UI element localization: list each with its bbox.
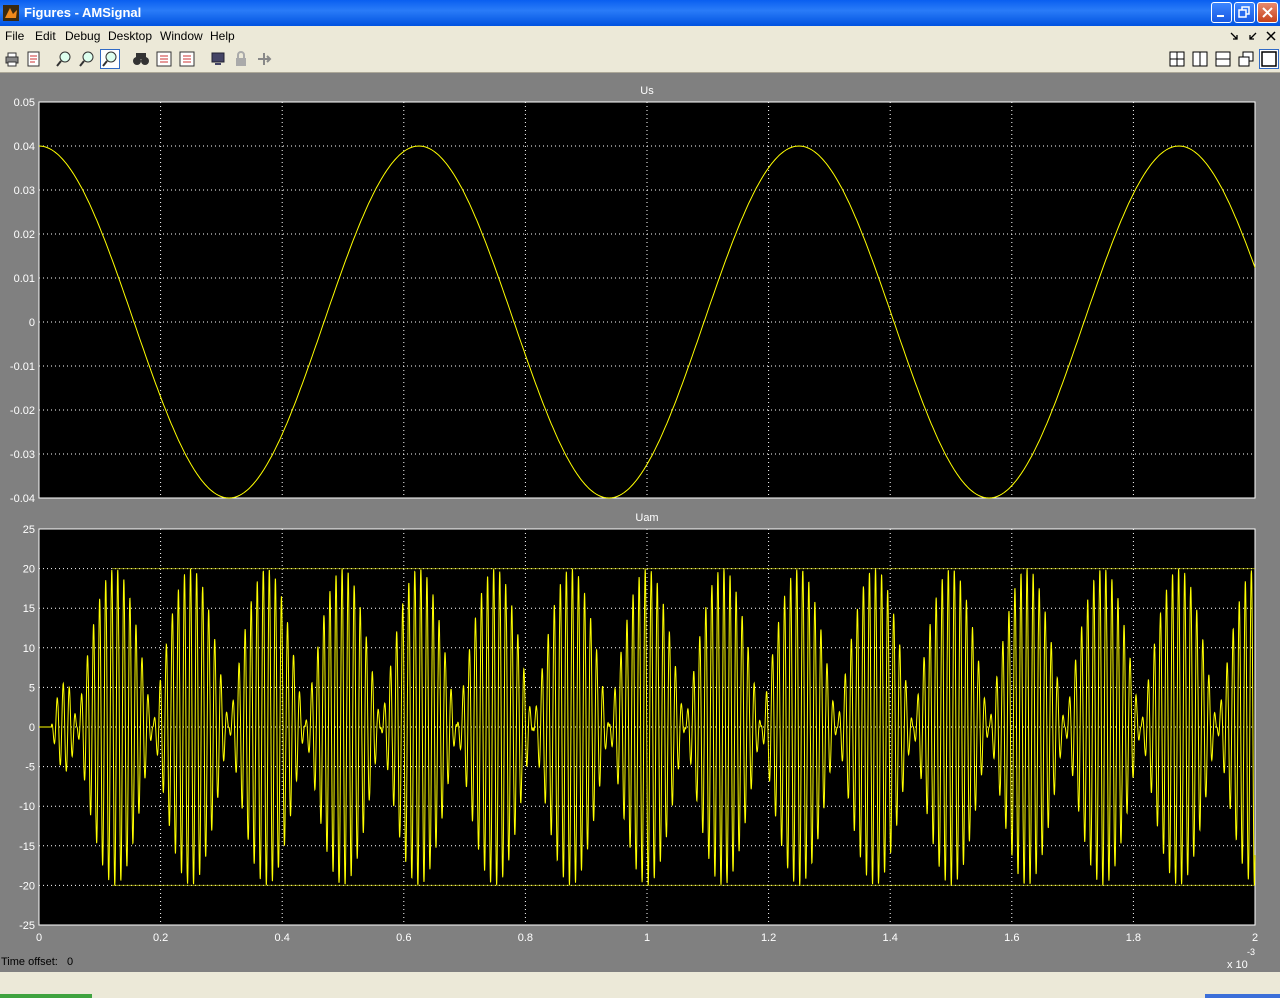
x-tick-label: 0 [36,932,42,944]
y-tick-label: -15 [19,841,35,853]
y-tick-label: 20 [23,564,35,576]
menu-edit[interactable]: Edit [35,29,56,43]
x-tick-label: 0.8 [518,932,533,944]
y-tick-label: -0.04 [10,493,35,505]
y-tick-label: 0.03 [14,185,35,197]
start-button-edge [0,994,92,998]
y-tick-label: -20 [19,880,35,892]
y-tick-label: 10 [23,643,35,655]
left-right-layout-icon[interactable] [1191,50,1209,68]
close-icon [1262,7,1273,18]
restore-icon [1238,6,1250,18]
undock-icon[interactable] [1228,30,1240,42]
menu-debug[interactable]: Debug [65,29,100,43]
time-offset-label: Time offset: [1,956,58,968]
y-tick-label: 5 [29,682,35,694]
y-tick-label: 0 [29,722,35,734]
print-preview-icon[interactable] [25,50,43,68]
zoom-in-icon[interactable] [55,50,73,68]
tile-layout-icon[interactable] [1168,50,1186,68]
y-tick-label: -0.03 [10,449,35,461]
x-multiplier-exponent: -3 [1247,947,1255,957]
x-tick-label: 0.2 [153,932,168,944]
x-tick-label: 1.8 [1126,932,1141,944]
menu-file[interactable]: File [5,29,24,43]
y-tick-label: -0.01 [10,361,35,373]
grid-icon-b[interactable] [178,50,196,68]
find-icon[interactable] [132,50,150,68]
figure-area: Us 0.05 0.04 0.03 0.02 0.01 0 -0.01 -0.02 -0.03 -0… [0,73,1280,973]
pin-icon[interactable] [255,50,273,68]
lock-icon[interactable] [232,50,250,68]
menu-window[interactable]: Window [160,29,203,43]
maximize-layout-icon[interactable] [1259,49,1279,69]
print-icon[interactable] [3,50,21,68]
x-tick-label: 1 [644,932,650,944]
x-tick-label: 1.4 [883,932,898,944]
close-figure-icon[interactable] [1265,30,1277,42]
float-layout-icon[interactable] [1237,50,1255,68]
y-tick-label: -0.02 [10,405,35,417]
dock-icon[interactable] [1247,30,1259,42]
x-tick-label: 2 [1252,932,1258,944]
time-offset-value: 0 [67,956,74,968]
title-bar: Figures - AMSignal [0,0,1280,26]
menu-desktop[interactable]: Desktop [108,29,152,43]
grid-icon-a[interactable] [155,50,173,68]
x-tick-label: 1.2 [761,932,776,944]
matlab-logo-icon [3,5,19,21]
y-tick-label: -10 [19,801,35,813]
y-tick-label: 0.02 [14,229,35,241]
x-multiplier-label: x 10 [1227,959,1248,971]
y-tick-label: 0.05 [14,97,35,109]
zoom-out-icon[interactable] [78,50,96,68]
minimize-icon [1217,15,1224,17]
tray-edge [1205,994,1280,998]
menu-bar: File Edit Debug Desktop Window Help [0,26,1280,46]
monitor-icon[interactable] [209,50,227,68]
y-tick-label: 0.01 [14,273,35,285]
scope-plots: Us 0.05 0.04 0.03 0.02 0.01 0 -0.01 -0.02 -0.03 -0… [10,85,1258,971]
y-tick-label: 15 [23,603,35,615]
y-tick-label: 0.04 [14,141,35,153]
window-title: Figures - AMSignal [24,5,142,20]
status-bar: Time offset: 0 [0,952,200,972]
zoom-icon[interactable] [100,49,120,69]
plot-title-2: Uam [635,512,658,524]
y-tick-label: -5 [25,762,35,774]
top-bottom-layout-icon[interactable] [1214,50,1232,68]
close-button[interactable] [1257,2,1278,23]
restore-button[interactable] [1234,2,1255,23]
minimize-button[interactable] [1211,2,1232,23]
y-tick-label: -25 [19,920,35,932]
y-tick-label: 25 [23,524,35,536]
toolbar [0,46,1280,73]
x-tick-label: 1.6 [1004,932,1019,944]
x-tick-label: 0.6 [396,932,411,944]
taskbar-strip [0,972,1280,998]
menu-help[interactable]: Help [210,29,235,43]
y-tick-label: 0 [29,317,35,329]
x-tick-label: 0.4 [275,932,290,944]
plot-title-1: Us [640,85,654,97]
